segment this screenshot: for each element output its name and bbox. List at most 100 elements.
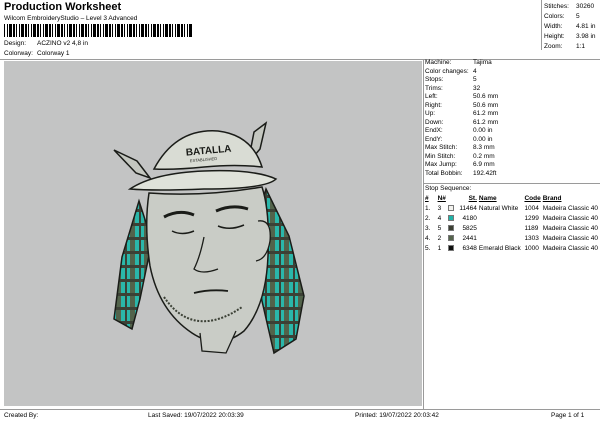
- color-swatch-cell: [447, 203, 458, 213]
- barcode-bar: [91, 24, 92, 37]
- seq-brand: Madeira Classic 40: [542, 244, 598, 252]
- info-label: Left:: [425, 93, 438, 100]
- color-swatch-cell: [447, 223, 458, 233]
- barcode-bar: [115, 24, 116, 37]
- color-swatch: [447, 214, 454, 221]
- info-value: 8.3 mm: [473, 144, 495, 151]
- design-row: Design: ACZINO v2 4,8 in: [4, 40, 88, 47]
- barcode-bar: [100, 24, 101, 37]
- info-value: 61.2 mm: [473, 118, 499, 126]
- design-preview: BATALLA ESTABLISHED: [4, 61, 422, 406]
- stat-label: Width:: [544, 23, 563, 30]
- color-swatch: [447, 244, 454, 251]
- barcode-bar: [25, 24, 27, 37]
- embroidery-design: BATALLA ESTABLISHED: [113, 121, 305, 355]
- seq-brand: Madeira Classic 40: [542, 214, 598, 222]
- info-value: 4: [473, 67, 477, 75]
- barcode-bar: [124, 24, 125, 37]
- design-label: Design:: [4, 40, 27, 47]
- seq-num: 5.: [425, 244, 431, 252]
- barcode-bar: [4, 24, 5, 37]
- design-value: ACZINO v2 4,8 in: [37, 40, 88, 47]
- stat-colors: 5: [576, 13, 580, 20]
- page-number: Page 1 of 1: [551, 412, 585, 419]
- info-value: 0.00 in: [473, 135, 493, 143]
- stat-stitches: 30260: [576, 3, 595, 10]
- info-value: Tajima: [473, 59, 492, 66]
- info-label: EndX:: [425, 127, 443, 134]
- color-swatch: [447, 204, 454, 211]
- info-label: Total Bobbin:: [425, 169, 463, 177]
- seq-num: 3.: [425, 224, 431, 232]
- seq-needle: 5: [437, 224, 442, 232]
- barcode-bar: [117, 24, 120, 37]
- barcode-bar: [165, 24, 168, 37]
- seq-name: [479, 223, 525, 233]
- seq-brand: Madeira Classic 40: [542, 224, 598, 232]
- barcode-bar: [43, 24, 44, 37]
- barcode-bar: [139, 24, 140, 37]
- barcode-bar: [88, 24, 89, 37]
- info-value: 192.42ft: [473, 169, 497, 177]
- barcode-bar: [79, 24, 80, 37]
- seq-needle: 2: [437, 234, 442, 242]
- stat-zoom: 1:1: [576, 43, 586, 50]
- seq-brand: Madeira Classic 40: [542, 234, 598, 242]
- barcode-bar: [151, 24, 152, 37]
- info-label: Color changes:: [425, 67, 469, 75]
- info-label: Stops:: [425, 76, 444, 83]
- barcode-bar: [121, 24, 123, 37]
- stat-width: 4.81 in: [576, 23, 596, 30]
- barcode-bar: [49, 24, 51, 37]
- barcode-bar: [9, 24, 12, 37]
- barcode-bar: [57, 24, 60, 37]
- barcode-bar: [112, 24, 113, 37]
- stat-label: Colors:: [544, 13, 565, 20]
- col-header: #: [425, 194, 429, 202]
- barcode-bar: [145, 24, 147, 37]
- seq-needle: 3: [437, 204, 442, 212]
- barcode-bar: [184, 24, 185, 37]
- barcode-bar: [81, 24, 84, 37]
- barcode-bar: [103, 24, 104, 37]
- created-by: Created By:: [4, 412, 39, 419]
- seq-name: [479, 233, 525, 243]
- color-swatch: [447, 234, 454, 241]
- barcode-bar: [19, 24, 20, 37]
- stop-sequence-label: Stop Sequence:: [425, 185, 472, 192]
- barcode-bar: [148, 24, 149, 37]
- seq-brand: Madeira Classic 40: [542, 204, 598, 212]
- barcode-bar: [52, 24, 53, 37]
- barcode-bar: [105, 24, 108, 37]
- seq-stitches: 5825: [462, 224, 477, 232]
- seq-name: Natural White: [478, 204, 519, 212]
- barcode-bar: [16, 24, 17, 37]
- seq-stitches: 6348: [462, 244, 477, 252]
- seq-code: 1303: [524, 234, 539, 242]
- printed-date: Printed: 19/07/2022 20:03:42: [355, 412, 439, 419]
- info-label: Max Stitch:: [425, 144, 458, 151]
- barcode-bar: [76, 24, 77, 37]
- last-saved: Last Saved: 19/07/2022 20:03:39: [148, 412, 244, 419]
- divider: [423, 59, 424, 409]
- info-value: 32: [473, 84, 481, 92]
- seq-name: Emerald Black: [478, 244, 521, 252]
- table-row: 1. 3 11464 Natural White 1004 Madeira Classic…: [425, 203, 600, 213]
- info-label: Max Jump:: [425, 161, 457, 168]
- barcode-bar: [141, 24, 144, 37]
- info-label: Machine:: [425, 59, 452, 66]
- barcode-bar: [21, 24, 24, 37]
- barcode-bar: [93, 24, 96, 37]
- barcode-bar: [40, 24, 41, 37]
- col-header: St.: [468, 194, 477, 202]
- info-value: 50.6 mm: [473, 93, 499, 100]
- barcode-bar: [129, 24, 132, 37]
- barcode: [4, 24, 192, 37]
- design-stats: Stitches: 30260 Colors: 5 Width: 4.81 in He…: [544, 2, 596, 52]
- barcode-bar: [37, 24, 39, 37]
- table-row: 3. 5 5825 1189 Madeira Classic 40: [425, 223, 600, 233]
- barcode-bar: [61, 24, 63, 37]
- info-label: Trims:: [425, 84, 443, 92]
- color-swatch: [447, 224, 454, 231]
- seq-num: 4.: [425, 234, 431, 242]
